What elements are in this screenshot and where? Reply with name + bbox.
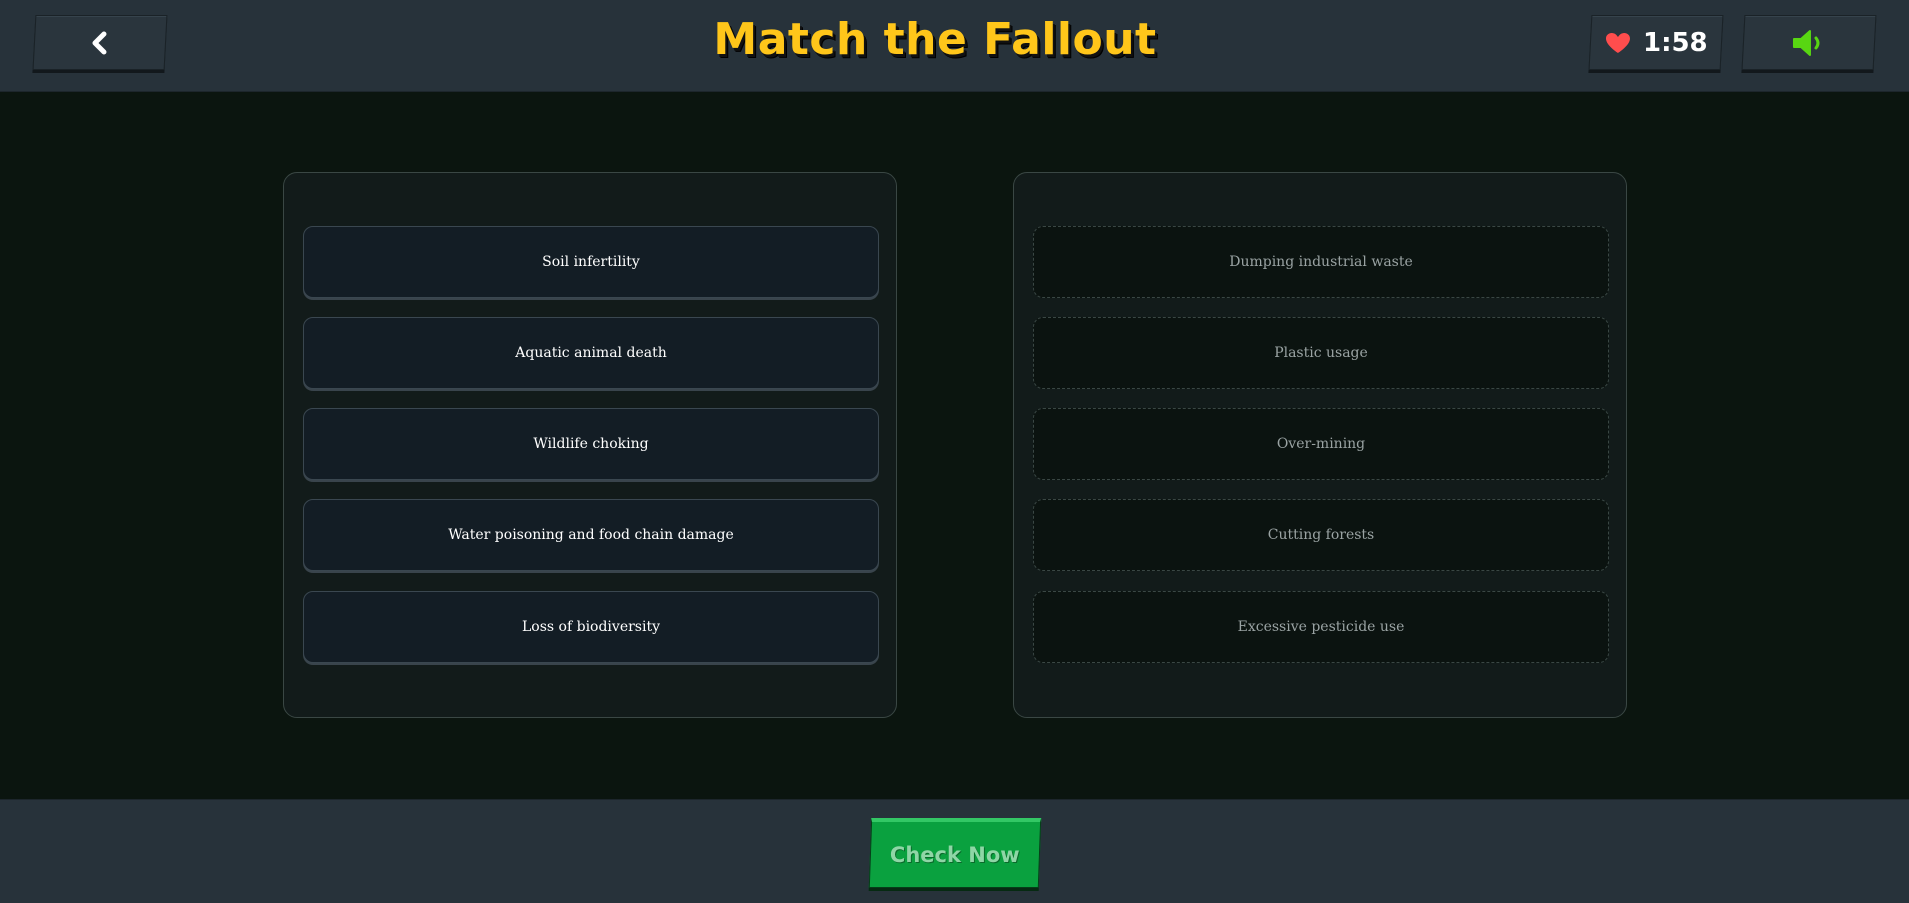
cause-label: Cutting forests (1267, 527, 1375, 543)
heart-icon (1605, 32, 1630, 53)
effect-card[interactable]: Wildlife choking (303, 408, 879, 480)
cause-drop-slot[interactable]: Excessive pesticide use (1033, 591, 1609, 663)
effect-label: Loss of biodiversity (522, 619, 660, 635)
cause-label: Plastic usage (1274, 345, 1368, 361)
timer-display: 1:58 (1588, 15, 1724, 70)
causes-panel: Dumping industrial waste Plastic usage O… (1013, 172, 1627, 718)
cause-drop-slot[interactable]: Cutting forests (1033, 499, 1609, 571)
effect-label: Aquatic animal death (515, 345, 667, 361)
cause-label: Excessive pesticide use (1237, 619, 1405, 635)
effect-card[interactable]: Aquatic animal death (303, 317, 879, 389)
sound-toggle-button[interactable] (1741, 15, 1877, 70)
cause-label: Over-mining (1276, 436, 1366, 452)
effect-card[interactable]: Loss of biodiversity (303, 591, 879, 663)
check-now-button[interactable]: Check Now (868, 818, 1042, 888)
cause-drop-slot[interactable]: Over-mining (1033, 408, 1609, 480)
timer-value: 1:58 (1642, 27, 1708, 58)
effect-card[interactable]: Soil infertility (303, 226, 879, 298)
cause-label: Dumping industrial waste (1229, 254, 1413, 270)
effect-label: Wildlife choking (533, 436, 649, 452)
speaker-on-icon (1793, 29, 1820, 56)
cause-drop-slot[interactable]: Dumping industrial waste (1033, 226, 1609, 298)
effect-label: Water poisoning and food chain damage (448, 527, 734, 543)
effect-label: Soil infertility (542, 254, 640, 270)
check-now-label: Check Now (890, 842, 1020, 867)
effect-card[interactable]: Water poisoning and food chain damage (303, 499, 879, 571)
cause-drop-slot[interactable]: Plastic usage (1033, 317, 1609, 389)
effects-panel: Soil infertility Aquatic animal death Wi… (283, 172, 897, 718)
